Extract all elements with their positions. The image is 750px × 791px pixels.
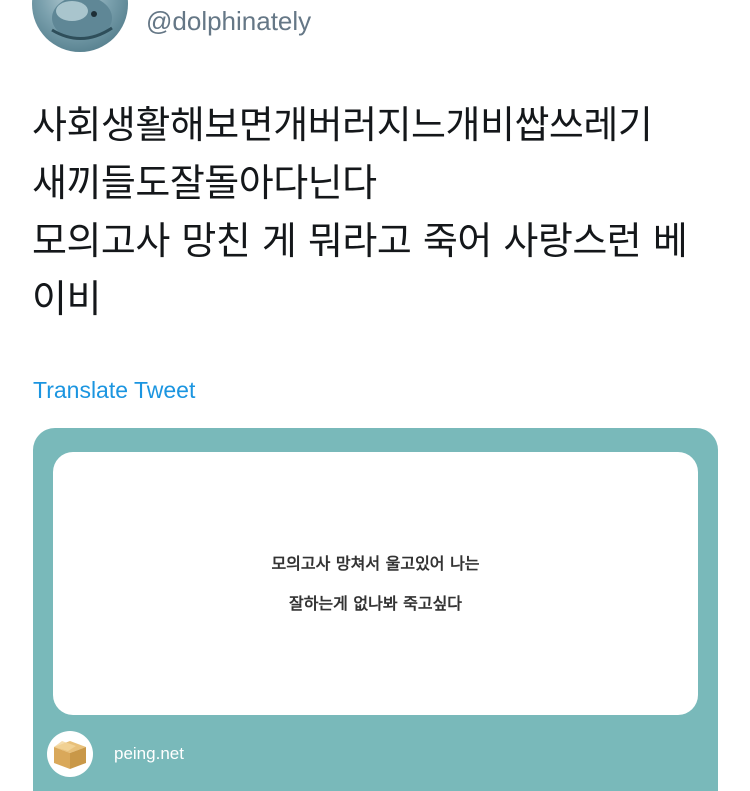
question-line: 잘하는게 없나봐 죽고싶다 bbox=[288, 593, 463, 613]
dolphin-avatar-icon bbox=[51, 0, 113, 40]
tweet-text-line: 사회생활해보면개버러지느개비쌉쓰레기 bbox=[32, 103, 653, 147]
user-handle[interactable]: @dolphinately bbox=[146, 6, 311, 37]
box-icon bbox=[47, 731, 93, 777]
tweet-text: 사회생활해보면개버러지느개비쌉쓰레기 새끼들도잘돌아다닌다 모의고사 망친 게 … bbox=[32, 96, 732, 328]
tweet-text-line: 새끼들도잘돌아다닌다 bbox=[32, 161, 377, 205]
tweet-view: @dolphinately 사회생활해보면개버러지느개비쌉쓰레기 새끼들도잘돌아… bbox=[0, 0, 750, 791]
profile-avatar[interactable] bbox=[32, 0, 128, 52]
translate-tweet-link[interactable]: Translate Tweet bbox=[33, 377, 195, 404]
link-card[interactable]: 모의고사 망쳐서 울고있어 나는 잘하는게 없나봐 죽고싶다 peing.net bbox=[33, 428, 718, 791]
card-source-domain: peing.net bbox=[114, 744, 184, 763]
question-line: 모의고사 망쳐서 울고있어 나는 bbox=[271, 553, 480, 573]
tweet-text-line: 이비 bbox=[32, 277, 101, 321]
tweet-text-line: 모의고사 망친 게 뭐라고 죽어 사랑스런 베 bbox=[32, 219, 688, 263]
question-box: 모의고사 망쳐서 울고있어 나는 잘하는게 없나봐 죽고싶다 bbox=[53, 452, 698, 715]
